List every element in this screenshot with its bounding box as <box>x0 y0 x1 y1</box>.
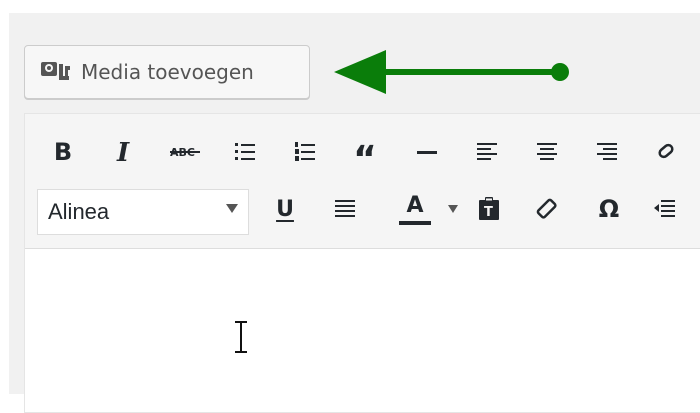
svg-text:T: T <box>484 205 493 220</box>
link-icon <box>658 143 674 159</box>
paragraph-format-select[interactable]: Alinea <box>37 189 249 235</box>
outdent-icon <box>654 200 675 217</box>
bold-button[interactable]: B <box>45 132 81 172</box>
strikethrough-icon: ABC <box>170 146 200 159</box>
align-center-icon <box>537 143 557 160</box>
underline-icon: U <box>276 196 294 222</box>
align-left-button[interactable] <box>469 132 505 172</box>
text-color-icon: A <box>399 191 431 227</box>
clear-formatting-button[interactable] <box>529 189 565 229</box>
blockquote-icon: “ <box>353 138 377 180</box>
outdent-button[interactable] <box>647 189 683 229</box>
horizontal-line-button[interactable] <box>409 132 445 172</box>
bullet-list-button[interactable] <box>227 132 263 172</box>
editor: B I ABC “ Alinea U A T Ω <box>24 113 700 413</box>
text-cursor-icon <box>235 321 247 353</box>
align-left-icon <box>477 143 497 160</box>
add-media-label: Media toevoegen <box>81 60 254 84</box>
text-color-letter: A <box>406 193 424 218</box>
align-right-icon <box>597 143 617 160</box>
italic-icon: I <box>116 139 130 165</box>
omega-icon: Ω <box>598 195 620 223</box>
add-media-icon <box>39 58 73 86</box>
align-justify-icon <box>335 200 355 217</box>
svg-text:I: I <box>116 139 130 165</box>
text-color-button[interactable]: A <box>387 189 443 229</box>
add-media-button[interactable]: Media toevoegen <box>24 45 310 99</box>
toolbar-row-2: Alinea U A T Ω <box>25 189 700 235</box>
eraser-icon <box>536 198 557 219</box>
horizontal-line-icon <box>417 151 437 154</box>
chevron-down-icon <box>448 205 458 213</box>
link-button[interactable] <box>647 132 683 172</box>
align-right-button[interactable] <box>589 132 625 172</box>
underline-button[interactable]: U <box>267 189 303 229</box>
numbered-list-button[interactable] <box>287 132 323 172</box>
editor-content-area[interactable] <box>25 249 700 412</box>
strikethrough-button[interactable]: ABC <box>167 132 203 172</box>
chevron-down-icon <box>226 204 238 213</box>
special-character-button[interactable]: Ω <box>591 189 627 229</box>
text-color-swatch <box>399 221 431 225</box>
bold-icon: B <box>53 138 73 166</box>
clipboard-icon: T <box>479 197 499 220</box>
italic-button[interactable]: I <box>107 132 143 172</box>
blockquote-button[interactable]: “ <box>347 132 383 180</box>
green-arrow-annotation <box>334 50 569 94</box>
bullet-list-icon <box>235 143 255 160</box>
justify-button[interactable] <box>327 189 363 229</box>
text-color-dropdown[interactable] <box>443 189 463 229</box>
align-center-button[interactable] <box>529 132 565 172</box>
numbered-list-icon <box>295 142 315 161</box>
editor-toolbar: B I ABC “ Alinea U A T Ω <box>25 114 700 249</box>
format-select-value: Alinea <box>48 199 110 224</box>
paste-as-text-button[interactable]: T <box>471 189 507 229</box>
toolbar-row-1: B I ABC “ <box>25 132 700 180</box>
